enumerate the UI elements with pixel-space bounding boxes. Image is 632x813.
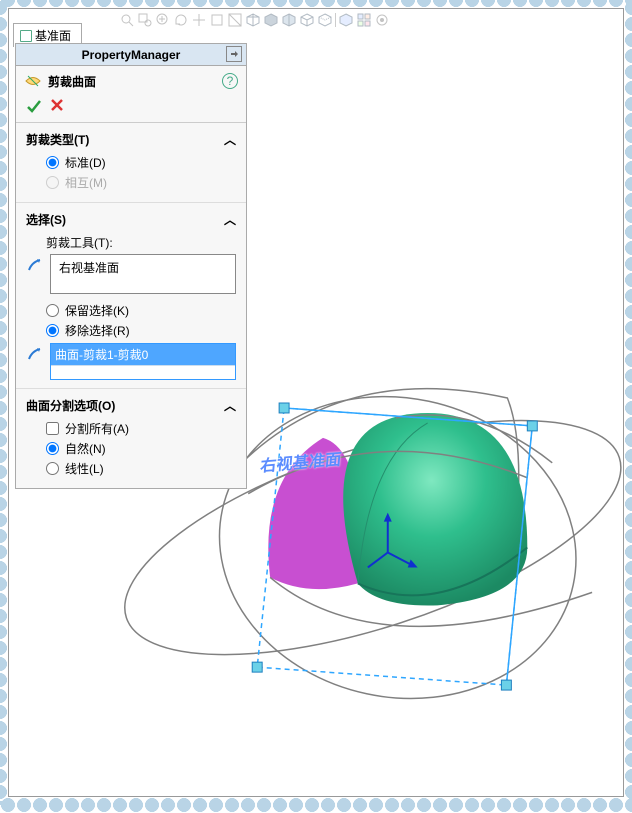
section-title: 曲面分割选项(O) (26, 397, 115, 414)
chevron-up-icon[interactable]: ︿ (224, 397, 236, 414)
trim-tool-label: 剪裁工具(T): (46, 234, 236, 251)
trim-surface-icon (24, 72, 42, 90)
radio-remove-input[interactable] (46, 324, 59, 337)
selection-arrow-icon (26, 345, 44, 363)
radio-standard-label: 标准(D) (65, 154, 106, 171)
selection-arrow-icon (26, 256, 44, 274)
section-split-options: 曲面分割选项(O) ︿ 分割所有(A) 自然(N) 线性(L) (16, 389, 246, 488)
plane-tab-icon (20, 30, 32, 42)
property-manager-panel: PropertyManager 剪裁曲面 ? 剪裁类型(T) ︿ 标准(D) (15, 43, 247, 489)
cancel-button[interactable] (50, 98, 64, 112)
radio-keep[interactable]: 保留选择(K) (46, 302, 236, 319)
target-listbox[interactable]: 曲面-剪裁1-剪裁0 (50, 343, 236, 380)
radio-keep-input[interactable] (46, 304, 59, 317)
help-icon[interactable]: ? (222, 73, 238, 89)
pm-header-label: PropertyManager (82, 48, 181, 62)
chevron-up-icon[interactable]: ︿ (224, 131, 236, 148)
radio-remove[interactable]: 移除选择(R) (46, 322, 236, 339)
section-title: 选择(S) (26, 211, 66, 228)
radio-keep-label: 保留选择(K) (65, 302, 129, 319)
radio-linear-label: 线性(L) (65, 460, 104, 477)
ok-button[interactable] (26, 98, 42, 114)
section-trim-type: 剪裁类型(T) ︿ 标准(D) 相互(M) (16, 123, 246, 203)
radio-natural[interactable]: 自然(N) (46, 440, 236, 457)
radio-remove-label: 移除选择(R) (65, 322, 130, 339)
check-split-all-label: 分割所有(A) (65, 420, 129, 437)
check-split-all-input[interactable] (46, 422, 59, 435)
dome-body[interactable] (343, 413, 527, 606)
pin-icon[interactable] (226, 46, 242, 62)
list-item[interactable]: 曲面-剪裁1-剪裁0 (51, 344, 235, 365)
trim-tool-listbox[interactable]: 右视基准面 (50, 254, 236, 294)
feature-title: 剪裁曲面 (48, 73, 216, 90)
tab-label: 基准面 (35, 27, 71, 44)
chevron-up-icon[interactable]: ︿ (224, 211, 236, 228)
radio-standard-input[interactable] (46, 156, 59, 169)
section-title: 剪裁类型(T) (26, 131, 89, 148)
section-selection: 选择(S) ︿ 剪裁工具(T): 右视基准面 保留选择(K) 移除选择(R) (16, 203, 246, 389)
radio-linear[interactable]: 线性(L) (46, 460, 236, 477)
radio-mutual-input (46, 176, 59, 189)
radio-mutual: 相互(M) (46, 174, 236, 191)
list-item[interactable]: 右视基准面 (55, 257, 231, 278)
radio-natural-input[interactable] (46, 442, 59, 455)
radio-linear-input[interactable] (46, 462, 59, 475)
pm-header: PropertyManager (16, 44, 246, 66)
radio-standard[interactable]: 标准(D) (46, 154, 236, 171)
check-split-all[interactable]: 分割所有(A) (46, 420, 236, 437)
radio-natural-label: 自然(N) (65, 440, 106, 457)
radio-mutual-label: 相互(M) (65, 174, 107, 191)
